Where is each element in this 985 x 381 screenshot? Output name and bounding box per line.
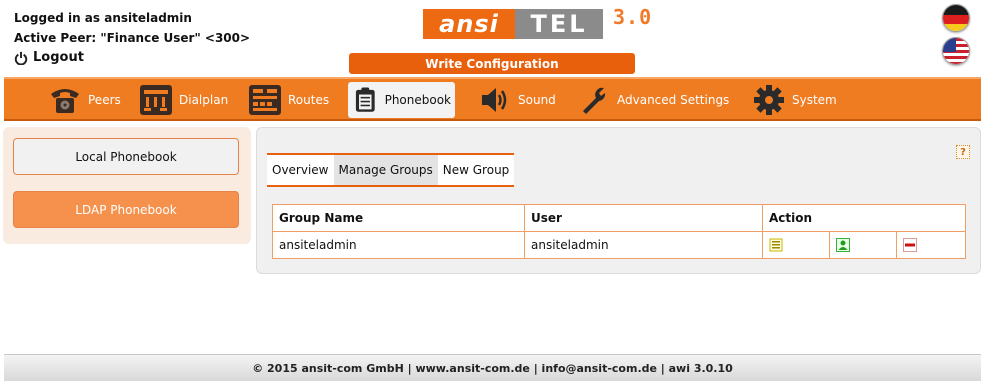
wrench-icon bbox=[583, 87, 606, 114]
session-info: Logged in as ansiteladmin Active Peer: "… bbox=[14, 8, 250, 68]
cell-group-name: ansiteladmin bbox=[272, 231, 525, 259]
nav-system[interactable]: System bbox=[748, 82, 841, 118]
ldap-phonebook-button[interactable]: LDAP Phonebook bbox=[13, 191, 239, 228]
gear-icon bbox=[754, 85, 784, 115]
write-configuration-button[interactable]: Write Configuration bbox=[349, 53, 635, 74]
nav-dialplan[interactable]: Dialplan bbox=[135, 82, 232, 118]
delete-icon[interactable] bbox=[903, 238, 917, 253]
nav-phonebook-label: Phonebook bbox=[384, 93, 451, 107]
nav-system-label: System bbox=[792, 93, 837, 107]
nav-peers-label: Peers bbox=[88, 93, 121, 107]
logo-ansi: ansi bbox=[423, 9, 515, 39]
nav-sound[interactable]: Sound bbox=[474, 82, 560, 118]
nav-routes[interactable]: Routes bbox=[244, 82, 333, 118]
tab-new-group[interactable]: New Group bbox=[438, 155, 515, 185]
nav-peers[interactable]: Peers bbox=[44, 82, 125, 118]
nav-routes-label: Routes bbox=[288, 93, 330, 107]
list-icon[interactable] bbox=[769, 238, 783, 252]
cell-action-delete bbox=[896, 231, 966, 259]
col-user: User bbox=[524, 204, 763, 232]
nav-phonebook[interactable]: Phonebook bbox=[348, 82, 455, 118]
col-group-name: Group Name bbox=[272, 204, 525, 232]
logged-in-text: Logged in as ansiteladmin bbox=[14, 11, 192, 25]
cell-user: ansiteladmin bbox=[524, 231, 763, 259]
table-row: ansiteladmin ansiteladmin bbox=[272, 231, 966, 259]
ansitel-logo: ansi TEL 3.0 bbox=[423, 5, 685, 43]
group-tabs: Overview Manage Groups New Group bbox=[267, 153, 515, 187]
nav-advanced-settings[interactable]: Advanced Settings bbox=[573, 82, 733, 118]
telephone-icon bbox=[51, 89, 79, 113]
us-flag-icon[interactable] bbox=[942, 37, 970, 65]
nav-advanced-settings-label: Advanced Settings bbox=[617, 93, 730, 107]
routes-icon bbox=[249, 85, 281, 115]
logo-version: 3.0 bbox=[613, 5, 653, 29]
logout-link[interactable]: Logout bbox=[14, 48, 250, 68]
nav-dialplan-label: Dialplan bbox=[179, 93, 229, 107]
col-action: Action bbox=[762, 204, 966, 232]
active-peer-text: Active Peer: "Finance User" <300> bbox=[14, 31, 251, 45]
phonebook-icon bbox=[355, 87, 375, 112]
help-icon[interactable]: ? bbox=[956, 145, 970, 159]
main-navigation: Peers Dialplan Routes Phonebook Sound Ad… bbox=[4, 77, 981, 121]
groups-table: Group Name User Action ansiteladmin ansi… bbox=[272, 204, 966, 259]
cell-action-add-user bbox=[829, 231, 897, 259]
tab-manage-groups[interactable]: Manage Groups bbox=[333, 155, 438, 185]
logout-label: Logout bbox=[33, 50, 84, 65]
cell-action-list bbox=[762, 231, 830, 259]
local-phonebook-button[interactable]: Local Phonebook bbox=[13, 138, 239, 175]
table-header-row: Group Name User Action bbox=[272, 204, 966, 232]
phonebook-sidebar: Local Phonebook LDAP Phonebook bbox=[3, 127, 251, 244]
add-user-icon[interactable] bbox=[836, 238, 850, 253]
logo-tel: TEL bbox=[515, 9, 603, 39]
tab-overview[interactable]: Overview bbox=[267, 155, 334, 185]
main-content: ? Overview Manage Groups New Group Group… bbox=[256, 127, 981, 274]
power-icon bbox=[14, 51, 28, 65]
nav-sound-label: Sound bbox=[518, 93, 556, 107]
dialplan-icon bbox=[140, 85, 172, 115]
german-flag-icon[interactable] bbox=[942, 4, 970, 32]
speaker-icon bbox=[482, 88, 507, 112]
footer: © 2015 ansit-com GmbH | www.ansit-com.de… bbox=[4, 354, 981, 381]
